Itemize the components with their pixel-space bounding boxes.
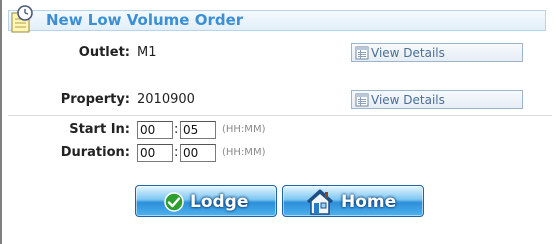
form-title: New Low Volume Order — [46, 11, 244, 29]
home-button-label: Home — [341, 192, 397, 212]
start-in-minutes-input[interactable] — [180, 121, 216, 139]
home-button[interactable]: Home — [282, 185, 424, 217]
outlet-view-details-button[interactable]: View Details — [351, 43, 523, 62]
outlet-view-details-label: View Details — [371, 46, 445, 60]
section-divider — [8, 115, 552, 116]
property-view-details-label: View Details — [371, 93, 445, 107]
lodge-button-label: Lodge — [190, 192, 249, 212]
lodge-button[interactable]: Lodge — [135, 185, 277, 217]
property-label: Property: — [60, 92, 130, 107]
duration-label: Duration: — [60, 145, 130, 160]
start-in-label: Start In: — [69, 122, 130, 137]
document-icon — [355, 46, 369, 63]
duration-colon: : — [174, 145, 179, 160]
checkmark-icon — [164, 192, 184, 217]
start-in-hours-input[interactable] — [137, 121, 173, 139]
property-value: 2010900 — [137, 92, 195, 107]
window-left-border — [0, 0, 2, 244]
outlet-value: M1 — [137, 45, 157, 60]
outlet-label: Outlet: — [78, 45, 130, 60]
duration-hours-input[interactable] — [137, 144, 173, 162]
document-icon — [355, 93, 369, 110]
duration-format-hint: (HH:MM) — [222, 147, 266, 158]
start-in-colon: : — [174, 122, 179, 137]
start-in-format-hint: (HH:MM) — [222, 124, 266, 135]
duration-minutes-input[interactable] — [180, 144, 216, 162]
property-view-details-button[interactable]: View Details — [351, 90, 523, 109]
notepad-clock-icon — [9, 5, 41, 33]
house-icon — [305, 188, 335, 221]
